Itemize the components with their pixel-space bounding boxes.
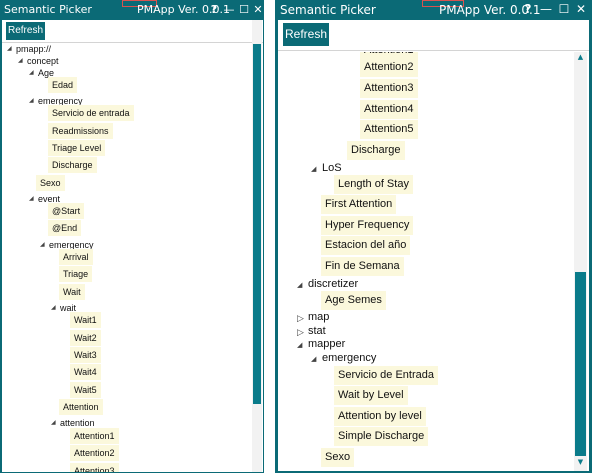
expanded-arrow-icon[interactable]: ◢ [51, 419, 56, 426]
help-icon[interactable]: ? [207, 2, 221, 17]
minimize-icon[interactable]: — [222, 2, 236, 17]
client-area: Refresh ◢ pmapp:// ◢ concept ◢ Age Edad … [2, 20, 263, 472]
vertical-scrollbar[interactable]: ▲ ▼ [574, 52, 587, 471]
collapsed-arrow-icon[interactable]: ▷ [297, 313, 304, 324]
expanded-arrow-icon[interactable]: ◢ [311, 165, 316, 173]
tree-leaf-edad[interactable]: Edad [48, 77, 78, 93]
title-bar[interactable]: Semantic Picker PMApp Ver. 0.0.1 ? — ☐ ✕ [275, 0, 592, 20]
tree-leaf-wait3[interactable]: Wait3 [70, 347, 101, 363]
scroll-up-icon[interactable]: ▲ [574, 53, 587, 61]
semantic-tree: ◢ pmapp:// ◢ concept ◢ Age Edad ◢ emerge… [2, 20, 252, 472]
expanded-arrow-icon[interactable]: ◢ [311, 355, 316, 363]
client-area: Refresh Attention1 Attention2 Attention3… [278, 20, 589, 471]
window-title: Semantic Picker [4, 3, 92, 16]
expanded-arrow-icon[interactable]: ◢ [51, 304, 56, 311]
right-window: Semantic Picker PMApp Ver. 0.0.1 ? — ☐ ✕… [275, 0, 592, 473]
tree-leaf-attention2[interactable]: Attention2 [360, 58, 418, 77]
maximize-icon[interactable]: ☐ [557, 2, 571, 17]
tree-leaf-wait1[interactable]: Wait1 [70, 312, 101, 328]
collapsed-arrow-icon[interactable]: ▷ [297, 327, 304, 338]
tree-node-discretizer[interactable]: discretizer [308, 278, 358, 290]
title-bar[interactable]: Semantic Picker PMApp Ver. 0.0.1 ? — ☐ ✕ [0, 0, 264, 20]
tree-leaf-fin-de-semana[interactable]: Fin de Semana [321, 257, 404, 276]
expanded-arrow-icon[interactable]: ◢ [29, 195, 34, 202]
tree-leaf-wait4[interactable]: Wait4 [70, 364, 101, 380]
expanded-arrow-icon[interactable]: ◢ [297, 281, 302, 289]
tree-leaf-attention5[interactable]: Attention5 [360, 120, 418, 139]
minimize-icon[interactable]: — [539, 2, 553, 17]
tree-leaf-sexo[interactable]: Sexo [321, 448, 355, 467]
help-icon[interactable]: ? [521, 2, 535, 17]
semantic-tree: Attention1 Attention2 Attention3 Attenti… [278, 52, 574, 471]
vertical-scrollbar[interactable] [252, 20, 262, 472]
toolbar-divider [278, 50, 589, 51]
tree-leaf-discharge[interactable]: Discharge [347, 141, 405, 160]
tree-leaf-end[interactable]: @End [48, 220, 82, 236]
close-icon[interactable]: ✕ [574, 2, 588, 17]
tree-node-map[interactable]: map [308, 311, 329, 323]
tree-leaf-discharge[interactable]: Discharge [48, 157, 97, 173]
tree-leaf-first-attention[interactable]: First Attention [321, 195, 397, 214]
tree-leaf-attention-by-level[interactable]: Attention by level [334, 407, 426, 426]
expanded-arrow-icon[interactable]: ◢ [29, 69, 34, 76]
tree-node-stat[interactable]: stat [308, 325, 326, 337]
expanded-arrow-icon[interactable]: ◢ [18, 57, 23, 64]
refresh-button[interactable]: Refresh [283, 23, 329, 46]
tree-leaf-wait2[interactable]: Wait2 [70, 330, 101, 346]
tree-leaf-arrival[interactable]: Arrival [59, 249, 93, 265]
tree-leaf-attention[interactable]: Attention [59, 399, 103, 415]
tree-leaf-estacion-del-ano[interactable]: Estacion del año [321, 236, 411, 255]
left-window: Semantic Picker PMApp Ver. 0.0.1 ? — ☐ ✕… [0, 0, 264, 473]
tree-leaf-wait5[interactable]: Wait5 [70, 382, 101, 398]
tree-leaf-wait[interactable]: Wait [59, 284, 85, 300]
tree-leaf-sexo[interactable]: Sexo [36, 175, 65, 191]
tree-leaf-age-semes[interactable]: Age Semes [321, 291, 386, 310]
tree-node-emergency[interactable]: emergency [322, 352, 376, 364]
window-title: Semantic Picker [280, 3, 376, 17]
tree-leaf-start[interactable]: @Start [48, 203, 85, 219]
scroll-thumb[interactable] [253, 44, 261, 404]
tree-node-attention[interactable]: attention [60, 418, 95, 428]
tree-leaf-attention4[interactable]: Attention4 [360, 100, 418, 119]
tree-node-mapper[interactable]: mapper [308, 338, 345, 350]
tree-leaf-triage-level[interactable]: Triage Level [48, 140, 106, 156]
tree-leaf-servicio-de-entrada[interactable]: Servicio de entrada [48, 105, 134, 121]
tree-leaf-readmissions[interactable]: Readmissions [48, 123, 113, 139]
tree-leaf-hyper-frequency[interactable]: Hyper Frequency [321, 216, 414, 235]
close-icon[interactable]: ✕ [251, 2, 264, 17]
tree-leaf-attention1[interactable]: Attention1 [70, 428, 119, 444]
scroll-thumb[interactable] [575, 272, 586, 456]
tree-leaf-attention3[interactable]: Attention3 [360, 79, 418, 98]
expanded-arrow-icon[interactable]: ◢ [297, 341, 302, 349]
maximize-icon[interactable]: ☐ [237, 2, 251, 17]
tree-leaf-wait-by-level[interactable]: Wait by Level [334, 386, 408, 405]
tree-node-los[interactable]: LoS [322, 162, 342, 174]
tree-leaf-attention2[interactable]: Attention2 [70, 445, 119, 461]
tree-leaf-length-of-stay[interactable]: Length of Stay [334, 175, 413, 194]
tree-leaf-triage[interactable]: Triage [59, 266, 93, 282]
expanded-arrow-icon[interactable]: ◢ [7, 45, 12, 52]
expanded-arrow-icon[interactable]: ◢ [40, 241, 45, 248]
tree-node-concept[interactable]: concept [27, 56, 59, 66]
tree-node-root[interactable]: pmapp:// [16, 44, 51, 54]
tree-leaf-servicio-de-entrada[interactable]: Servicio de Entrada [334, 366, 438, 385]
tree-leaf-simple-discharge[interactable]: Simple Discharge [334, 427, 429, 446]
expanded-arrow-icon[interactable]: ◢ [29, 97, 34, 104]
scroll-down-icon[interactable]: ▼ [574, 458, 587, 466]
tree-leaf-attention3[interactable]: Attention3 [70, 463, 119, 472]
